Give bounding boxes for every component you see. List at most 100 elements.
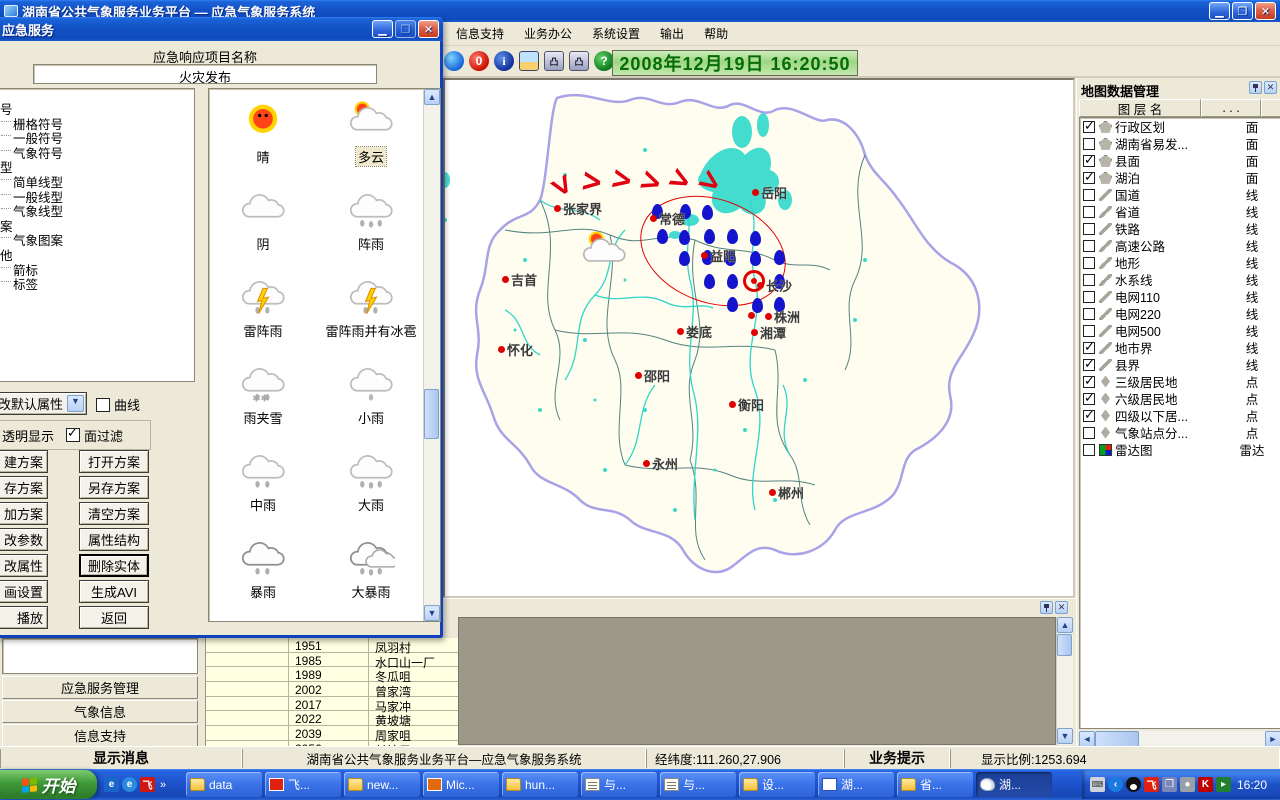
dialog-action-button-right[interactable]: 打开方案 [79, 450, 149, 473]
weather-symbol-list[interactable]: ✱✱ 晴 ✱✱ 多云 [208, 88, 441, 622]
taskbar-button[interactable]: data [186, 772, 262, 797]
dialog-maximize-button[interactable]: ❐ [395, 20, 416, 38]
weather-item[interactable]: ✱✱ [317, 621, 425, 622]
tree-item[interactable]: 简单线型 [0, 172, 194, 187]
dialog-action-button-right[interactable]: 另存方案 [79, 476, 149, 499]
kaspersky-icon[interactable]: K [1198, 777, 1213, 792]
scroll-up-icon[interactable]: ▲ [424, 89, 440, 105]
layer-row[interactable]: 六级居民地 点 [1080, 390, 1280, 407]
weather-item[interactable]: ✱✱ [209, 621, 317, 622]
layer-row[interactable]: 地形 线 [1080, 254, 1280, 271]
taskbar-button[interactable]: 湖... [818, 772, 894, 797]
toolbar-icon[interactable]: ? [594, 51, 614, 71]
bottom-nav-button[interactable]: 信息支持 [2, 724, 198, 747]
scroll-left-icon[interactable]: ◄ [1079, 731, 1095, 747]
toolbar-icon[interactable] [519, 51, 539, 71]
table-row[interactable]: 1951 凤羽村 [206, 638, 458, 653]
weather-item[interactable]: ✱✱ 阴 [209, 186, 317, 273]
bottom-nav-button[interactable]: 气象信息 [2, 700, 198, 723]
layer-checkbox[interactable] [1083, 308, 1095, 320]
dialog-action-button-left[interactable]: 画设置 [0, 580, 48, 603]
bottom-vscrollbar[interactable]: ▲ ▼ [1056, 617, 1073, 745]
layer-checkbox[interactable] [1083, 444, 1095, 456]
table-row[interactable]: 2039 周家咀 [206, 726, 458, 741]
toolbar-icon[interactable] [444, 51, 464, 71]
tree-item[interactable]: 号 [0, 99, 194, 114]
weather-item[interactable]: ✱✱ 阵雨 [317, 186, 425, 273]
taskbar-button[interactable]: 设... [739, 772, 815, 797]
taskbar-button[interactable]: hun... [502, 772, 578, 797]
layer-row[interactable]: 县面 面 [1080, 152, 1280, 169]
symbol-tree[interactable]: 号栅格符号一般符号气象符号型简单线型一般线型气象线型案气象图案他箭标标签 [0, 88, 195, 382]
toolbar-icon[interactable]: 凸 [544, 51, 564, 71]
tree-item[interactable]: 箭标 [0, 260, 194, 275]
face-filter-checkbox[interactable] [66, 428, 80, 442]
tray-clock[interactable]: 16:20 [1237, 778, 1267, 792]
close-button[interactable]: ✕ [1255, 2, 1276, 20]
dialog-action-button-left[interactable]: 存方案 [0, 476, 48, 499]
layer-row[interactable]: 三级居民地 点 [1080, 373, 1280, 390]
taskbar-button[interactable]: 省... [897, 772, 973, 797]
weather-item[interactable]: ✱✱ 暴雨 [209, 534, 317, 621]
dialog-action-button-left[interactable]: 改属性 [0, 554, 48, 577]
maximize-button[interactable]: ❐ [1232, 2, 1253, 20]
taskbar-button[interactable]: 与... [581, 772, 657, 797]
dialog-close-button[interactable]: ✕ [418, 20, 439, 38]
menu-item[interactable]: 系统设置 [582, 24, 650, 44]
layer-row[interactable]: 地市界 线 [1080, 339, 1280, 356]
layer-checkbox[interactable] [1083, 359, 1095, 371]
menu-item[interactable]: 输出 [650, 24, 694, 44]
table-row[interactable]: 1989 冬瓜咀 [206, 667, 458, 682]
layer-row[interactable]: 电网220 线 [1080, 305, 1280, 322]
layer-row[interactable]: 行政区划 面 [1080, 118, 1280, 135]
quick-launch-icon-2[interactable]: e [122, 777, 137, 792]
toolbar-icon[interactable]: 0 [469, 51, 489, 71]
dialog-action-button-right[interactable]: 删除实体 [79, 554, 149, 577]
layer-checkbox[interactable] [1083, 410, 1095, 422]
dialog-action-button-left[interactable]: 建方案 [0, 450, 48, 473]
layer-checkbox[interactable] [1083, 138, 1095, 150]
back-arrow-icon[interactable]: ‹ [1108, 777, 1123, 792]
layer-row[interactable]: 电网500 线 [1080, 322, 1280, 339]
bottom-pin-icon[interactable] [1040, 601, 1053, 614]
tree-item[interactable]: 气象图案 [0, 230, 194, 245]
weather-scrollbar[interactable]: ▲ ▼ [423, 89, 440, 621]
menu-item[interactable]: 帮助 [694, 24, 738, 44]
station-table[interactable]: 1951 凤羽村 1985 水口山一厂 1989 冬瓜咀 2002 曾家湾 20… [205, 638, 458, 746]
toolbar-icon[interactable]: i [494, 51, 514, 71]
layer-row[interactable]: 气象站点分... 点 [1080, 424, 1280, 441]
weather-item[interactable]: ✱✱ 雷阵雨并有冰雹 [317, 273, 425, 360]
layer-checkbox[interactable] [1083, 325, 1095, 337]
layer-checkbox[interactable] [1083, 257, 1095, 269]
tree-item[interactable]: 他 [0, 245, 194, 260]
tree-item[interactable]: 气象线型 [0, 201, 194, 216]
bottom-nav-button[interactable]: 应急服务管理 [2, 676, 198, 699]
dialog-action-button-right[interactable]: 生成AVI [79, 580, 149, 603]
layer-row[interactable]: 湖泊 面 [1080, 169, 1280, 186]
dialog-action-button-left[interactable]: 播放 [0, 606, 48, 629]
dialog-action-button-right[interactable]: 清空方案 [79, 502, 149, 525]
tree-item[interactable]: 气象符号 [0, 143, 194, 158]
layer-row[interactable]: 国道 线 [1080, 186, 1280, 203]
layer-checkbox[interactable] [1083, 121, 1095, 133]
dialog-minimize-button[interactable]: ▁ [372, 20, 393, 38]
toolbar-icon[interactable]: 凸 [569, 51, 589, 71]
weather-item[interactable]: ✱✱ 大暴雨 [317, 534, 425, 621]
scroll-down-icon[interactable]: ▼ [424, 605, 440, 621]
message-list-box[interactable] [2, 638, 198, 674]
weather-item[interactable]: ✱✱ 晴 [209, 99, 317, 186]
tree-item[interactable]: 型 [0, 157, 194, 172]
layer-row[interactable]: 省道 线 [1080, 203, 1280, 220]
dialog-action-button-right[interactable]: 返回 [79, 606, 149, 629]
layer-row[interactable]: 雷达图 雷达 [1080, 441, 1280, 458]
taskbar-button[interactable]: 与... [660, 772, 736, 797]
tree-item[interactable]: 一般线型 [0, 187, 194, 202]
qq-penguin-icon[interactable] [1126, 777, 1141, 792]
dialog-action-button-left[interactable]: 改参数 [0, 528, 48, 551]
layer-checkbox[interactable] [1083, 206, 1095, 218]
transparent-display-label[interactable]: 透明显示 [2, 426, 54, 445]
dialog-action-button-left[interactable]: 加方案 [0, 502, 48, 525]
column-header-extra[interactable] [1261, 99, 1280, 117]
tree-item[interactable]: 标签 [0, 274, 194, 289]
tree-item[interactable]: 一般符号 [0, 128, 194, 143]
